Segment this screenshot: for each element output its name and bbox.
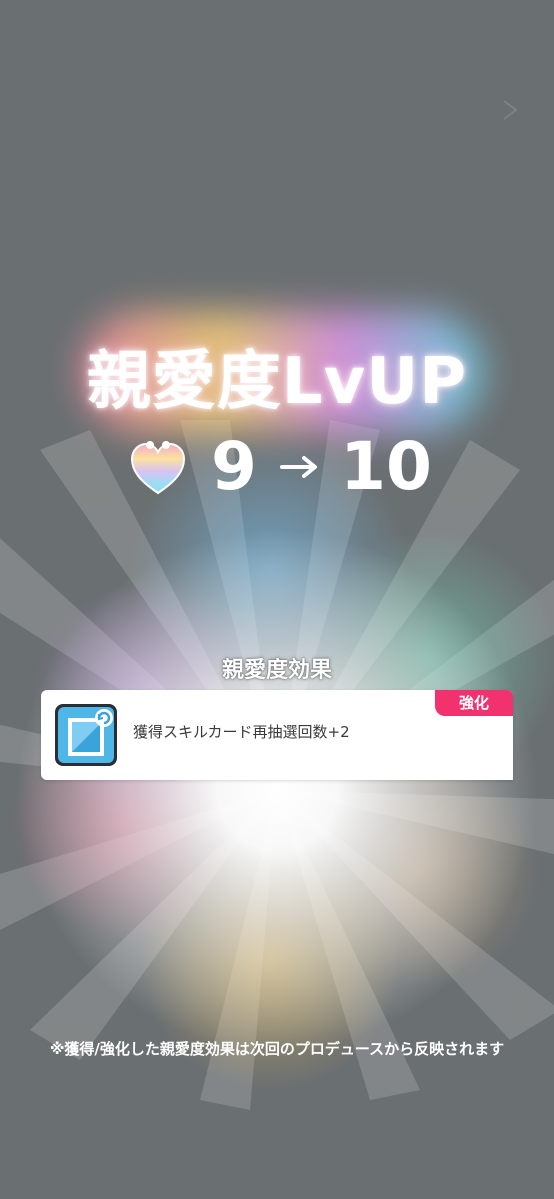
rainbow-heart-icon — [130, 441, 186, 495]
effect-card[interactable]: 強化 獲得スキルカード再抽選回数+2 — [41, 690, 513, 780]
light-burst-glow — [0, 0, 554, 1199]
level-to: 10 — [340, 428, 432, 505]
level-change-row: 9 10 — [0, 425, 554, 509]
skip-chevron-icon[interactable] — [496, 96, 524, 124]
skill-card-redraw-icon — [55, 704, 117, 766]
arrow-right-icon — [280, 456, 317, 478]
enhanced-badge: 強化 — [435, 690, 513, 716]
footnote-text: ※獲得/強化した親愛度効果は次回のプロデュースから反映されます — [49, 1040, 505, 1058]
affection-levelup-screen[interactable]: 親愛度LvUP 9 10 親愛度効果 強化 獲得スキルカード再抽選回数+2 ※獲… — [0, 0, 554, 1199]
effect-description: 獲得スキルカード再抽選回数+2 — [133, 723, 350, 741]
effect-section-header: 親愛度効果 — [221, 658, 332, 683]
levelup-title: 親愛度LvUP — [86, 345, 468, 419]
level-from: 9 — [211, 428, 257, 505]
